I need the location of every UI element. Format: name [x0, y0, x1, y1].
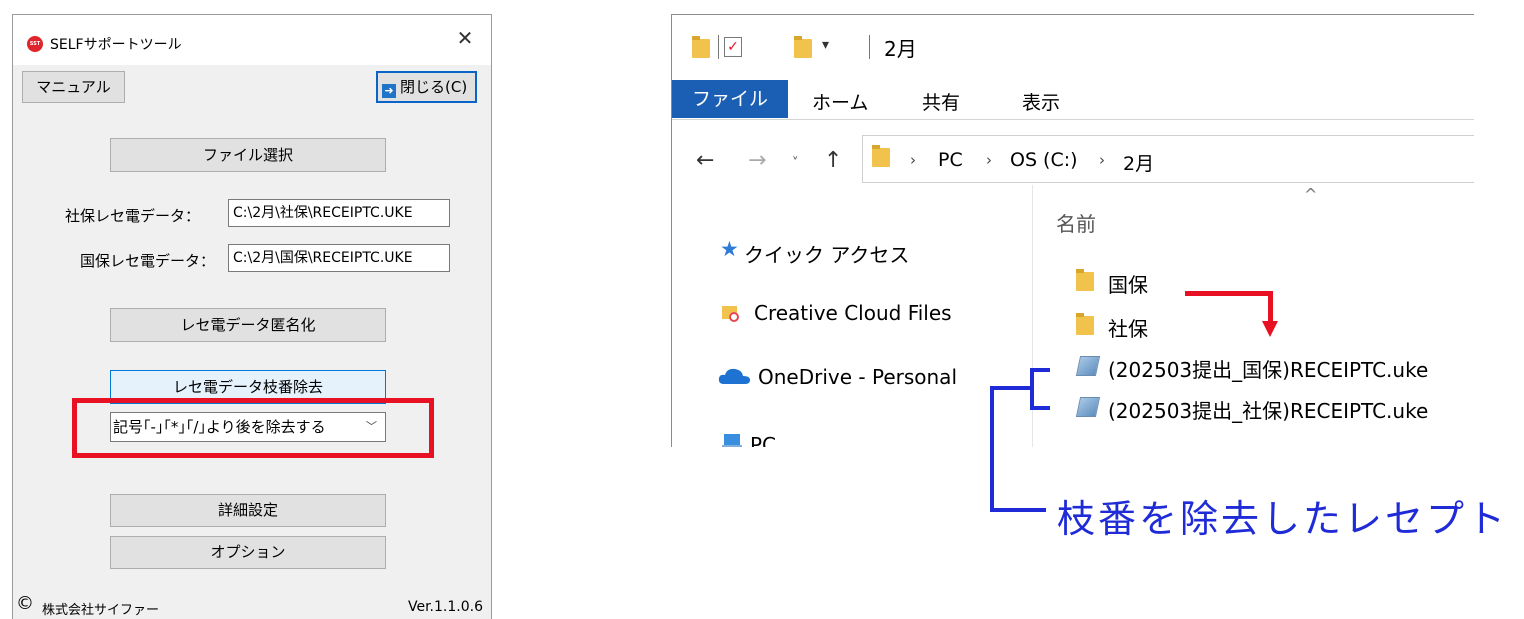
red-arrow [1185, 291, 1273, 296]
window-title: 2月 [884, 37, 917, 61]
new-folder-icon[interactable] [794, 36, 812, 58]
nav-pc[interactable]: PC [750, 433, 776, 447]
sort-ascending-icon[interactable]: ^ [1304, 185, 1317, 204]
onedrive-cloud-icon [718, 368, 750, 384]
self-support-tool-dialog: SST SELFサポートツール ✕ マニュアル ➜ 閉じる(C) ファイル選択 社… [12, 14, 492, 619]
chevron-right-icon: › [1099, 151, 1105, 169]
recent-locations-icon[interactable]: ˅ [792, 156, 799, 171]
copyright-symbol: © [16, 593, 34, 614]
highlight-box [72, 398, 434, 458]
breadcrumb-os-c[interactable]: OS (C:) [1010, 149, 1078, 171]
nav-onedrive[interactable]: OneDrive - Personal [758, 365, 957, 389]
blue-bracket [990, 386, 994, 512]
dialog-title: SELFサポートツール [50, 37, 182, 53]
tab-share[interactable]: 共有 [922, 88, 960, 115]
properties-check-icon[interactable]: ✓ [724, 37, 742, 57]
divider [718, 35, 719, 59]
app-logo-icon: SST [27, 36, 43, 52]
blue-bracket [1030, 406, 1050, 410]
red-arrow-head-icon [1262, 321, 1278, 337]
chevron-right-icon: › [986, 151, 992, 169]
uke-file-icon [1075, 397, 1101, 417]
shaho-path-field[interactable]: C:\2月\社保\RECEIPTC.UKE [228, 199, 450, 227]
tab-file[interactable]: ファイル [672, 80, 788, 118]
detail-settings-button[interactable]: 詳細設定 [110, 494, 386, 527]
file-item-shaho-uke[interactable]: (202503提出_社保)RECEIPTC.uke [1108, 395, 1428, 424]
tab-view[interactable]: 表示 [1022, 88, 1060, 115]
file-select-button[interactable]: ファイル選択 [110, 138, 386, 172]
tab-home[interactable]: ホーム [812, 88, 868, 115]
back-arrow-icon[interactable]: ← [696, 148, 714, 173]
shaho-label: 社保レセ電データ： [65, 207, 201, 225]
annotation-label: 枝番を除去したレセプト [1057, 497, 1509, 541]
file-item-kokuho-uke[interactable]: (202503提出_国保)RECEIPTC.uke [1108, 354, 1428, 383]
close-button-label: 閉じる(C) [400, 78, 468, 96]
folder-icon [692, 36, 710, 58]
close-button[interactable]: ➜ 閉じる(C) [376, 71, 477, 103]
kokuho-label: 国保レセ電データ： [80, 252, 216, 270]
close-icon[interactable]: ✕ [454, 25, 476, 51]
blue-bracket [990, 508, 1046, 512]
red-arrow [1268, 291, 1273, 325]
anonymize-button[interactable]: レセ電データ匿名化 [110, 308, 386, 342]
divider [869, 35, 870, 59]
file-item-kokuho-folder[interactable]: 国保 [1108, 269, 1148, 298]
pc-monitor-icon [722, 434, 742, 447]
creative-cloud-folder-icon [722, 306, 739, 322]
up-arrow-icon[interactable]: ↑ [824, 148, 842, 173]
blue-bracket [990, 386, 1032, 390]
divider [672, 119, 1474, 120]
folder-icon [1076, 313, 1094, 335]
file-item-shaho-folder[interactable]: 社保 [1108, 313, 1148, 342]
forward-arrow-icon[interactable]: → [748, 148, 766, 173]
file-explorer-window: ✓ ▾ 2月 ファイル ホーム 共有 表示 ← → ˅ ↑ › PC › OS … [671, 14, 1474, 447]
breadcrumb-current[interactable]: 2月 [1123, 149, 1154, 176]
options-button[interactable]: オプション [110, 536, 386, 569]
company-name: 株式会社サイファー [42, 603, 160, 618]
manual-button[interactable]: マニュアル [22, 71, 125, 103]
breadcrumb-pc[interactable]: PC [938, 149, 963, 171]
star-icon: ★ [720, 237, 739, 261]
quick-access-dropdown-icon[interactable]: ▾ [822, 37, 829, 53]
column-header-name[interactable]: 名前 [1056, 208, 1096, 237]
nav-quick-access[interactable]: クイック アクセス [744, 239, 909, 268]
chevron-right-icon: › [910, 151, 916, 169]
address-folder-icon [872, 145, 890, 167]
kokuho-path-field[interactable]: C:\2月\国保\RECEIPTC.UKE [228, 244, 450, 272]
exit-arrow-icon: ➜ [382, 84, 396, 98]
dialog-titlebar: SST SELFサポートツール ✕ [13, 15, 491, 65]
folder-icon [1076, 269, 1094, 291]
nav-creative-cloud[interactable]: Creative Cloud Files [754, 301, 952, 325]
uke-file-icon [1075, 356, 1101, 376]
version-label: Ver.1.1.0.6 [407, 599, 483, 615]
